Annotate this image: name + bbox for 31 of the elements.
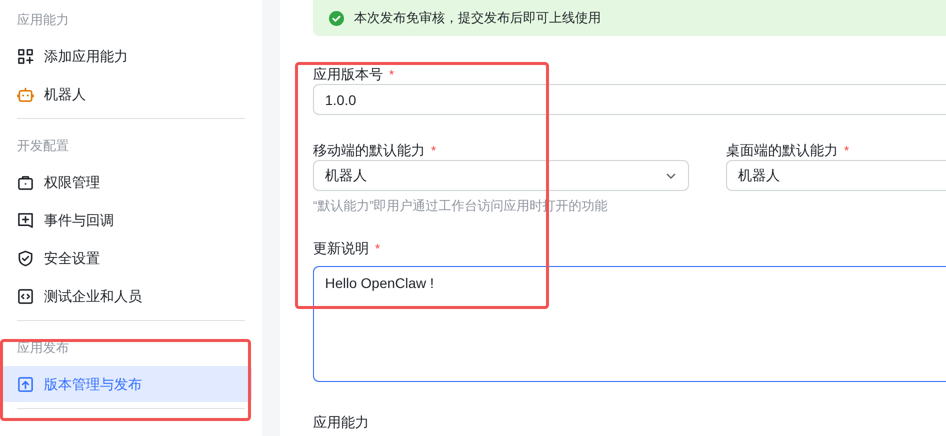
shield-icon	[17, 250, 34, 266]
sidebar-item[interactable]: 权限管理	[2, 164, 252, 200]
section-heading: 应用能力	[17, 11, 70, 29]
sidebar-item[interactable]: 机器人	[2, 76, 252, 112]
notice-text: 本次发布免审核，提交发布后即可上线使用	[354, 9, 601, 28]
section-heading: 开发配置	[17, 137, 70, 155]
check-circle-icon	[329, 10, 344, 26]
sidebar-item[interactable]: 添加应用能力	[2, 38, 252, 74]
grid-plus-icon	[17, 48, 34, 64]
required-mark: *	[431, 144, 436, 156]
field-label: 应用版本号	[313, 64, 383, 84]
field-label: 更新说明	[313, 239, 369, 258]
sidebar-item[interactable]: 事件与回调	[2, 202, 252, 238]
notes-textarea[interactable]: Hello OpenClaw !	[313, 266, 946, 382]
required-mark: *	[844, 144, 850, 156]
sidebar-item[interactable]: 版本管理与发布	[2, 366, 252, 402]
field-label: 桌面端的默认能力	[726, 140, 838, 160]
select-field[interactable]: 机器人	[313, 160, 689, 191]
section-heading: 应用发布	[17, 339, 70, 357]
select-field[interactable]: 机器人	[726, 160, 946, 191]
upload-icon	[17, 376, 34, 392]
sidebar-item[interactable]: 测试企业和人员	[2, 278, 252, 314]
required-mark: *	[389, 68, 394, 80]
field-label: 移动端的默认能力	[313, 140, 425, 160]
robot-icon	[17, 86, 34, 102]
required-mark: *	[375, 242, 380, 255]
section-heading: 应用能力	[313, 414, 370, 430]
sidebar-item[interactable]: 安全设置	[2, 240, 252, 276]
code-icon	[17, 288, 34, 304]
version-input[interactable]: 1.0.0	[313, 84, 946, 115]
briefcase-icon	[17, 174, 34, 190]
